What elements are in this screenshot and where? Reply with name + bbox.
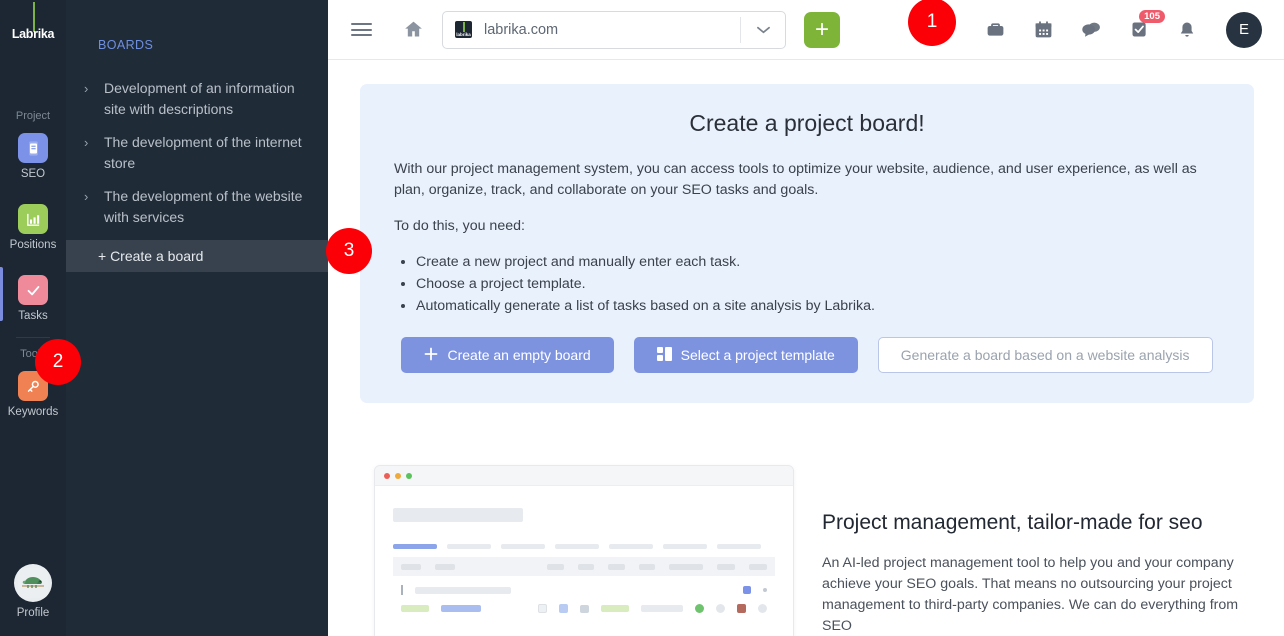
window-minimize-dot-icon (395, 472, 401, 479)
create-empty-board-button[interactable]: Create an empty board (401, 337, 614, 373)
sidebar-item-label: Tasks (18, 310, 48, 322)
window-close-dot-icon (384, 472, 390, 479)
button-label: Create an empty board (447, 347, 591, 363)
sidebar-item-label: Keywords (7, 406, 59, 418)
hamburger-icon[interactable] (344, 13, 378, 47)
promo-bullet: Choose a project template. (416, 274, 1220, 295)
mockup-table-row (393, 595, 775, 613)
board-list-item-label: The development of the internet store (104, 134, 302, 171)
mockup-tab (717, 544, 761, 549)
icon-rail: Labrika Project SEO Positions Tasks Tool… (0, 0, 66, 636)
step-marker-2: 2 (35, 339, 81, 385)
chat-icon[interactable] (1074, 13, 1108, 47)
avatar (14, 564, 52, 602)
sidebar-item-label: Positions (9, 239, 57, 251)
top-bar: labrika labrika.com + 105 E 1 (328, 0, 1284, 60)
chevron-down-icon[interactable] (741, 26, 785, 34)
mockup-tab-row (393, 544, 775, 549)
mockup-tab (447, 544, 491, 549)
promo-bullet: Create a new project and manually enter … (416, 252, 1220, 273)
layout-icon (656, 346, 672, 364)
sidebar-item-tasks[interactable]: Tasks (0, 267, 66, 325)
board-list-item[interactable]: › The development of the internet store (66, 126, 328, 180)
logo-text: Labrika (11, 27, 55, 41)
sidebar-item-label: SEO (20, 168, 46, 180)
mockup-title-placeholder (393, 508, 523, 522)
board-list-item[interactable]: › The development of the website with se… (66, 180, 328, 234)
boards-list: › Development of an information site wit… (66, 72, 328, 272)
add-button[interactable]: + (804, 11, 840, 48)
calendar-icon[interactable] (1026, 13, 1060, 47)
sidebar-item-positions[interactable]: Positions (0, 199, 66, 254)
promo-paragraph-2: To do this, you need: (394, 218, 525, 234)
board-list-item[interactable]: › Development of an information site wit… (66, 72, 328, 126)
mockup-titlebar (375, 466, 793, 486)
app-root: Labrika Project SEO Positions Tasks Tool… (0, 0, 1284, 636)
boards-title: BOARDS (98, 38, 154, 52)
create-board-button[interactable]: + Create a board (66, 240, 328, 272)
boards-panel: BOARDS › Development of an information s… (66, 0, 372, 636)
button-label: Select a project template (680, 347, 835, 363)
feature-block: Project management, tailor-made for seo … (360, 465, 1254, 636)
mockup-tab (393, 544, 437, 549)
plus-icon (424, 347, 438, 364)
mockup-tab (663, 544, 707, 549)
rail-divider (16, 337, 50, 338)
mockup-body (375, 486, 793, 629)
site-favicon-icon: labrika (455, 21, 472, 38)
promo-bullet-list: Create a new project and manually enter … (416, 252, 1220, 317)
feature-heading: Project management, tailor-made for seo (822, 511, 1203, 534)
main-column: labrika labrika.com + 105 E 1 Create a p… (328, 0, 1284, 636)
url-input[interactable]: labrika.com (484, 22, 740, 38)
promo-button-row: Create an empty board Select a project t… (394, 337, 1220, 373)
feature-text-block: Project management, tailor-made for seo … (822, 465, 1254, 636)
labrika-logo[interactable]: Labrika (12, 2, 54, 44)
page-title: Create a project board! (689, 110, 925, 136)
create-board-promo-panel: Create a project board! With our project… (360, 84, 1254, 403)
step-marker-3: 3 (326, 228, 372, 274)
board-list-item-label: Development of an information site with … (104, 80, 295, 117)
mockup-tab (555, 544, 599, 549)
bell-icon[interactable] (1170, 13, 1204, 47)
chevron-right-icon: › (84, 189, 89, 204)
home-icon[interactable] (396, 13, 430, 47)
tasks-icon[interactable]: 105 (1122, 9, 1165, 47)
clipboard-icon (18, 133, 48, 163)
chevron-right-icon: › (84, 81, 89, 96)
sidebar-item-seo[interactable]: SEO (0, 128, 66, 183)
mockup-table-header (393, 557, 775, 576)
check-icon (18, 275, 48, 305)
promo-bullet: Automatically generate a list of tasks b… (416, 296, 1220, 317)
generate-board-button[interactable]: Generate a board based on a website anal… (877, 337, 1213, 373)
sidebar-item-profile[interactable]: Profile (0, 559, 66, 622)
notification-count-badge: 105 (1139, 9, 1165, 23)
board-list-item-label: The development of the website with serv… (104, 188, 303, 225)
top-bar-actions: 105 E (978, 9, 1262, 48)
window-maximize-dot-icon (406, 472, 412, 479)
feature-body: An AI-led project management tool to hel… (822, 555, 1239, 634)
rail-group-label-project: Project (15, 110, 51, 122)
briefcase-icon[interactable] (978, 13, 1012, 47)
content-area: Create a project board! With our project… (328, 60, 1284, 636)
chart-bar-icon (18, 204, 48, 234)
dashboard-mockup (374, 465, 794, 636)
profile-label: Profile (16, 607, 50, 619)
user-avatar[interactable]: E (1226, 11, 1262, 48)
select-project-template-button[interactable]: Select a project template (633, 337, 858, 373)
mockup-tab (501, 544, 545, 549)
step-marker-1: 1 (908, 0, 956, 46)
url-bar[interactable]: labrika labrika.com (442, 10, 786, 49)
mockup-table-row (393, 576, 775, 595)
chevron-right-icon: › (84, 135, 89, 150)
promo-paragraph-1: With our project management system, you … (394, 161, 1197, 198)
mockup-tab (609, 544, 653, 549)
